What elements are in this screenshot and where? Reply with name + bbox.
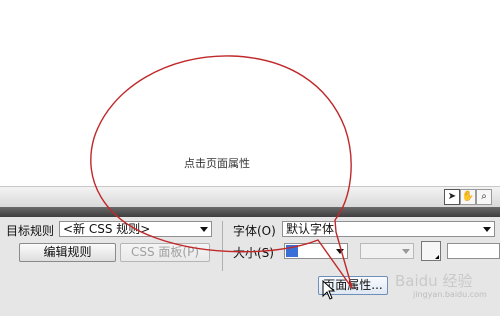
- target-rule-label: 目标规则: [6, 224, 55, 238]
- chevron-down-icon: [402, 249, 410, 254]
- css-panel-button[interactable]: CSS 面板(P): [120, 243, 210, 262]
- watermark-url: jingyan.baidu.com: [413, 290, 487, 299]
- target-rule-value: <新 CSS 规则>: [63, 222, 151, 236]
- panel-divider: [222, 221, 223, 271]
- mouse-cursor-icon: [322, 280, 336, 300]
- chevron-down-icon: [483, 227, 491, 232]
- color-hex-field[interactable]: [447, 243, 500, 259]
- watermark-logo: Baidu 经验: [395, 272, 473, 290]
- pointer-icon[interactable]: ➤: [444, 189, 460, 205]
- document-canvas[interactable]: [0, 0, 500, 186]
- hand-icon[interactable]: ✋: [460, 189, 476, 205]
- properties-panel-header: [0, 207, 500, 217]
- zoom-icon[interactable]: ⌕: [476, 189, 492, 205]
- size-label: 大小(S): [233, 246, 274, 260]
- color-picker-corner-icon: [435, 255, 439, 259]
- chevron-down-icon: [336, 249, 344, 254]
- callout-text: 点击页面属性: [184, 157, 250, 170]
- font-value: 默认字体: [286, 222, 335, 236]
- size-unit-select[interactable]: [360, 243, 414, 259]
- edit-rule-button[interactable]: 编辑规则: [19, 243, 116, 262]
- target-rule-select[interactable]: <新 CSS 规则>: [59, 221, 212, 237]
- font-label: 字体(O): [233, 224, 276, 238]
- font-select[interactable]: 默认字体: [282, 221, 495, 237]
- size-selection-highlight: [286, 245, 298, 257]
- properties-panel: 目标规则 <新 CSS 规则> 编辑规则 CSS 面板(P) 字体(O) 默认字…: [0, 217, 500, 316]
- chevron-down-icon: [200, 227, 208, 232]
- status-bar: ➤ ✋ ⌕: [0, 186, 500, 207]
- size-select[interactable]: [284, 243, 348, 259]
- text-color-swatch[interactable]: [421, 241, 441, 261]
